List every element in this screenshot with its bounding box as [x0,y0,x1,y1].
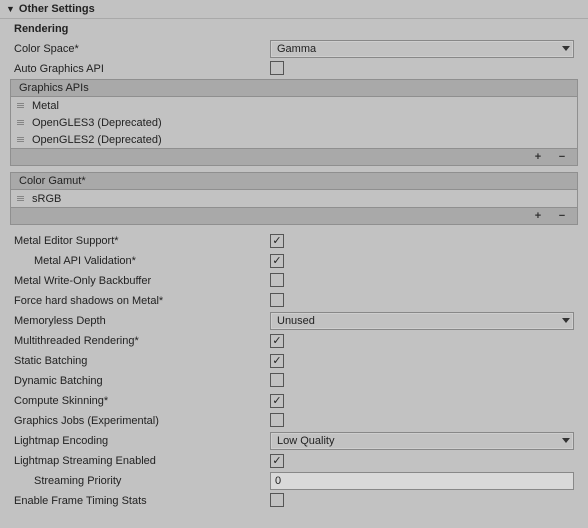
label-lightmap-encoding: Lightmap Encoding [14,435,270,447]
label-enable-frame-timing: Enable Frame Timing Stats [14,495,270,507]
checkbox-metal-write-only-backbuffer[interactable] [270,273,284,287]
list-graphics-apis: Graphics APIs Metal OpenGLES3 (Deprecate… [10,79,578,166]
list-color-gamut: Color Gamut* sRGB + − [10,172,578,225]
label-multithreaded-rendering: Multithreaded Rendering* [14,335,270,347]
other-settings-panel: ▼ Other Settings Rendering Color Space* … [0,0,588,517]
dropdown-memoryless-depth-value: Unused [277,315,315,327]
list-item-graphics-api[interactable]: OpenGLES2 (Deprecated) [11,131,577,148]
list-item-label: OpenGLES2 (Deprecated) [32,134,162,146]
row-auto-graphics-api: Auto Graphics API [6,59,582,79]
remove-button[interactable]: − [555,209,569,223]
list-item-label: OpenGLES3 (Deprecated) [32,117,162,129]
drag-handle-icon[interactable] [17,103,24,108]
row-metal-api-validation: Metal API Validation* [6,251,582,271]
dropdown-memoryless-depth[interactable]: Unused [270,312,574,330]
row-enable-frame-timing: Enable Frame Timing Stats [6,491,582,511]
list-item-graphics-api[interactable]: Metal [11,97,577,114]
checkbox-force-hard-shadows-metal[interactable] [270,293,284,307]
remove-button[interactable]: − [555,150,569,164]
section-header-other-settings[interactable]: ▼ Other Settings [0,0,588,19]
checkbox-enable-frame-timing[interactable] [270,493,284,507]
dropdown-lightmap-encoding[interactable]: Low Quality [270,432,574,450]
section-title: Other Settings [19,3,95,15]
dropdown-color-space[interactable]: Gamma [270,40,574,58]
checkbox-dynamic-batching[interactable] [270,373,284,387]
label-metal-api-validation: Metal API Validation* [14,255,270,267]
input-streaming-priority[interactable]: 0 [270,472,574,490]
chevron-down-icon [562,46,570,52]
checkbox-graphics-jobs[interactable] [270,413,284,427]
label-lightmap-streaming: Lightmap Streaming Enabled [14,455,270,467]
rendering-heading: Rendering [6,19,582,39]
drag-handle-icon[interactable] [17,137,24,142]
row-lightmap-encoding: Lightmap Encoding Low Quality [6,431,582,451]
row-force-hard-shadows-metal: Force hard shadows on Metal* [6,291,582,311]
list-item-label: sRGB [32,193,61,205]
chevron-down-icon [562,318,570,324]
drag-handle-icon[interactable] [17,120,24,125]
checkbox-lightmap-streaming[interactable] [270,454,284,468]
add-button[interactable]: + [531,209,545,223]
label-static-batching: Static Batching [14,355,270,367]
drag-handle-icon[interactable] [17,196,24,201]
row-graphics-jobs: Graphics Jobs (Experimental) [6,411,582,431]
row-compute-skinning: Compute Skinning* [6,391,582,411]
list-item-color-gamut[interactable]: sRGB [11,190,577,207]
list-title-color-gamut: Color Gamut* [11,173,577,190]
checkbox-compute-skinning[interactable] [270,394,284,408]
label-graphics-jobs: Graphics Jobs (Experimental) [14,415,270,427]
row-color-space: Color Space* Gamma [6,39,582,59]
label-compute-skinning: Compute Skinning* [14,395,270,407]
label-streaming-priority: Streaming Priority [14,475,270,487]
list-footer-graphics-apis: + − [11,148,577,165]
checkbox-multithreaded-rendering[interactable] [270,334,284,348]
foldout-triangle-icon: ▼ [6,4,15,14]
row-lightmap-streaming: Lightmap Streaming Enabled [6,451,582,471]
row-metal-write-only-backbuffer: Metal Write-Only Backbuffer [6,271,582,291]
input-streaming-priority-value: 0 [275,475,281,487]
label-metal-editor-support: Metal Editor Support* [14,235,270,247]
label-memoryless-depth: Memoryless Depth [14,315,270,327]
list-item-label: Metal [32,100,59,112]
row-dynamic-batching: Dynamic Batching [6,371,582,391]
checkbox-auto-graphics-api[interactable] [270,61,284,75]
list-item-graphics-api[interactable]: OpenGLES3 (Deprecated) [11,114,577,131]
row-memoryless-depth: Memoryless Depth Unused [6,311,582,331]
list-title-graphics-apis: Graphics APIs [11,80,577,97]
label-auto-graphics-api: Auto Graphics API [14,63,270,75]
checkbox-static-batching[interactable] [270,354,284,368]
label-dynamic-batching: Dynamic Batching [14,375,270,387]
row-multithreaded-rendering: Multithreaded Rendering* [6,331,582,351]
checkbox-metal-editor-support[interactable] [270,234,284,248]
row-static-batching: Static Batching [6,351,582,371]
label-color-space: Color Space* [14,43,270,55]
add-button[interactable]: + [531,150,545,164]
row-metal-editor-support: Metal Editor Support* [6,231,582,251]
dropdown-color-space-value: Gamma [277,43,316,55]
label-metal-write-only-backbuffer: Metal Write-Only Backbuffer [14,275,270,287]
label-force-hard-shadows-metal: Force hard shadows on Metal* [14,295,270,307]
dropdown-lightmap-encoding-value: Low Quality [277,435,334,447]
chevron-down-icon [562,438,570,444]
list-footer-color-gamut: + − [11,207,577,224]
checkbox-metal-api-validation[interactable] [270,254,284,268]
row-streaming-priority: Streaming Priority 0 [6,471,582,491]
